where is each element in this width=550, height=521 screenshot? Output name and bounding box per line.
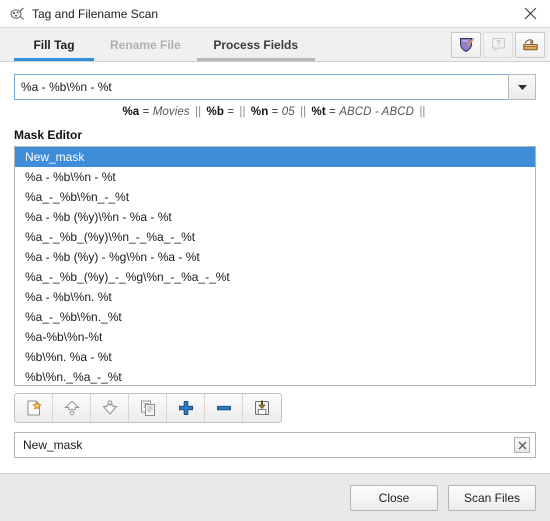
tab-process-fields-label: Process Fields xyxy=(213,37,299,52)
list-item[interactable]: %a-%b\%n-%t xyxy=(15,327,535,347)
list-item[interactable]: %a_-_%b_(%y)\%n_-_%a_-_%t xyxy=(15,227,535,247)
list-item[interactable]: %a_-_%b\%n._%t xyxy=(15,307,535,327)
add-icon[interactable] xyxy=(167,394,205,422)
archive-box-icon[interactable] xyxy=(515,31,545,58)
mask-editor-list[interactable]: New_mask %a - %b\%n - %t %a_-_%b\%n_-_%t… xyxy=(14,146,536,386)
scan-files-button[interactable]: Scan Files xyxy=(448,484,536,511)
list-item[interactable]: %a - %b (%y)\%n - %a - %t xyxy=(15,207,535,227)
dialog: Tag and Filename Scan Fill Tag Rename Fi… xyxy=(0,0,550,521)
close-button-label: Close xyxy=(378,490,410,505)
hint-value-2: 05 xyxy=(281,106,295,118)
tab-fill-tag[interactable]: Fill Tag xyxy=(14,28,94,61)
mask-combobox[interactable] xyxy=(14,74,536,100)
mask-editor-title: Mask Editor xyxy=(14,128,83,142)
dialog-footer: Close Scan Files xyxy=(0,473,550,521)
hint-sep-3: || xyxy=(419,106,426,118)
mask-toolbar-wrap xyxy=(14,393,536,423)
dialog-content: %a = Movies || %b = || %n = 05 || %t = A… xyxy=(0,74,550,458)
list-item[interactable]: %a_-_%b\%n_-_%t xyxy=(15,187,535,207)
mask-shield-icon[interactable] xyxy=(451,31,481,58)
hint-code-3: %t xyxy=(311,106,326,118)
hint-eq-0: = xyxy=(142,106,150,118)
close-button[interactable]: Close xyxy=(350,484,438,511)
move-up-icon[interactable] xyxy=(53,394,91,422)
tab-bar: Fill Tag Rename File Process Fields ? xyxy=(0,27,550,62)
tab-rename-file[interactable]: Rename File xyxy=(94,28,197,61)
mask-hint: %a = Movies || %b = || %n = 05 || %t = A… xyxy=(14,106,536,118)
hint-eq-3: = xyxy=(329,106,336,118)
hint-sep-1: || xyxy=(239,106,246,118)
comment-help-icon: ? xyxy=(483,31,513,58)
mask-name-field[interactable] xyxy=(14,432,536,458)
list-item[interactable]: %a - %b (%y) - %g\%n - %a - %t xyxy=(15,247,535,267)
list-item[interactable]: New_mask xyxy=(15,147,535,167)
title-bar: Tag and Filename Scan xyxy=(0,0,550,27)
hint-code-1: %b xyxy=(206,106,224,118)
hint-code-0: %a xyxy=(122,106,140,118)
app-icon xyxy=(9,6,25,22)
tab-tool-buttons: ? xyxy=(451,28,550,61)
hint-sep-2: || xyxy=(300,106,307,118)
duplicate-icon[interactable] xyxy=(129,394,167,422)
list-item[interactable]: %a - %b\%n - %t xyxy=(15,167,535,187)
hint-eq-2: = xyxy=(271,106,279,118)
new-mask-icon[interactable] xyxy=(15,394,53,422)
mask-toolbar xyxy=(14,393,282,423)
chevron-down-icon[interactable] xyxy=(508,74,536,100)
hint-eq-1: = xyxy=(227,106,235,118)
list-item[interactable]: %b\%n._%a_-_%t xyxy=(15,367,535,385)
tab-rename-file-label: Rename File xyxy=(110,37,181,52)
tab-spacer xyxy=(315,28,451,61)
hint-sep-0: || xyxy=(195,106,202,118)
hint-code-2: %n xyxy=(250,106,269,118)
svg-text:?: ? xyxy=(496,39,501,48)
list-item[interactable]: %a - %b\%n. %t xyxy=(15,287,535,307)
hint-value-3: ABCD - ABCD xyxy=(339,106,415,118)
tab-fill-tag-label: Fill Tag xyxy=(33,37,75,52)
list-item[interactable]: %a_-_%b_(%y)_-_%g\%n_-_%a_-_%t xyxy=(15,267,535,287)
remove-icon[interactable] xyxy=(205,394,243,422)
save-icon[interactable] xyxy=(243,394,281,422)
hint-value-0: Movies xyxy=(152,106,190,118)
tab-process-fields[interactable]: Process Fields xyxy=(196,28,315,61)
move-down-icon[interactable] xyxy=(91,394,129,422)
mask-name-input[interactable] xyxy=(15,434,514,456)
window-title: Tag and Filename Scan xyxy=(32,6,159,21)
list-item[interactable]: %b\%n. %a - %t xyxy=(15,347,535,367)
mask-input[interactable] xyxy=(14,74,508,100)
scan-files-button-label: Scan Files xyxy=(463,490,521,505)
clear-icon[interactable] xyxy=(514,437,530,453)
close-icon[interactable] xyxy=(510,0,550,27)
